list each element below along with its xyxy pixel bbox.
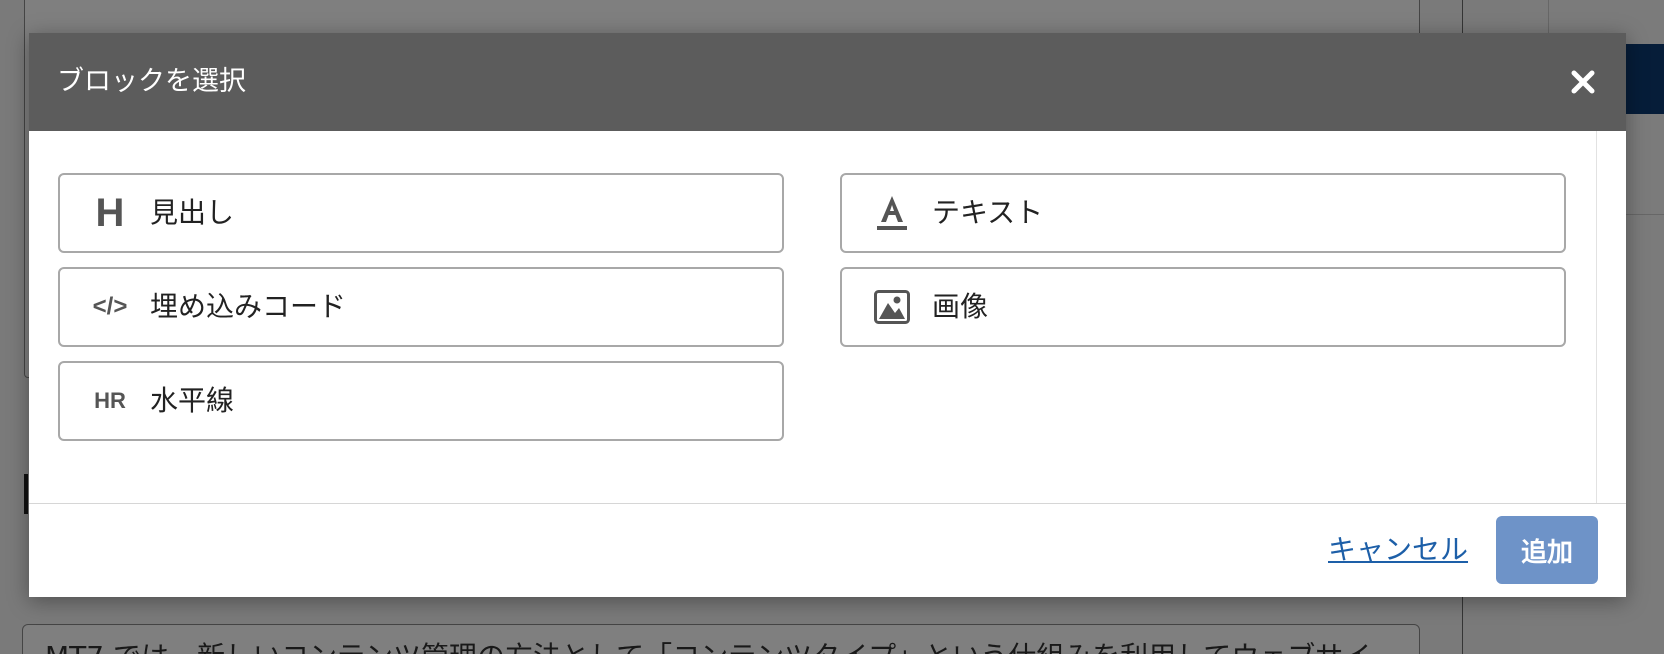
modal-title: ブロックを選択	[57, 66, 246, 97]
close-button[interactable]	[1562, 61, 1604, 103]
heading-icon: H	[95, 190, 125, 235]
block-option-horizontal-rule[interactable]: HR 水平線	[58, 361, 784, 441]
close-icon	[1571, 70, 1595, 94]
block-option-embed-code[interactable]: </> 埋め込みコード	[58, 267, 784, 347]
block-option-label: 水平線	[150, 384, 235, 417]
modal-footer: キャンセル 追加	[29, 504, 1626, 597]
add-button[interactable]: 追加	[1496, 516, 1598, 584]
code-icon: </>	[92, 293, 128, 320]
block-option-image[interactable]: 画像	[840, 267, 1566, 347]
block-option-label: 見出し	[150, 196, 235, 229]
cancel-link[interactable]: キャンセル	[1328, 528, 1468, 572]
block-option-heading[interactable]: H 見出し	[58, 173, 784, 253]
text-underline-icon	[872, 193, 912, 233]
block-option-label: テキスト	[932, 196, 1044, 229]
modal-body: H 見出し テキスト </> 埋め込みコード 画像 HR 水平線	[29, 131, 1596, 503]
block-select-modal: ブロックを選択 H 見出し テキスト </> 埋め込みコード 画像 HR 水平線…	[29, 33, 1626, 597]
block-option-label: 画像	[932, 290, 989, 323]
block-option-label: 埋め込みコード	[150, 290, 347, 323]
horizontal-rule-icon: HR	[94, 388, 126, 413]
block-option-text[interactable]: テキスト	[840, 173, 1566, 253]
image-icon	[872, 287, 912, 327]
modal-header: ブロックを選択	[29, 33, 1626, 131]
modal-scrollbar[interactable]	[1596, 131, 1626, 503]
